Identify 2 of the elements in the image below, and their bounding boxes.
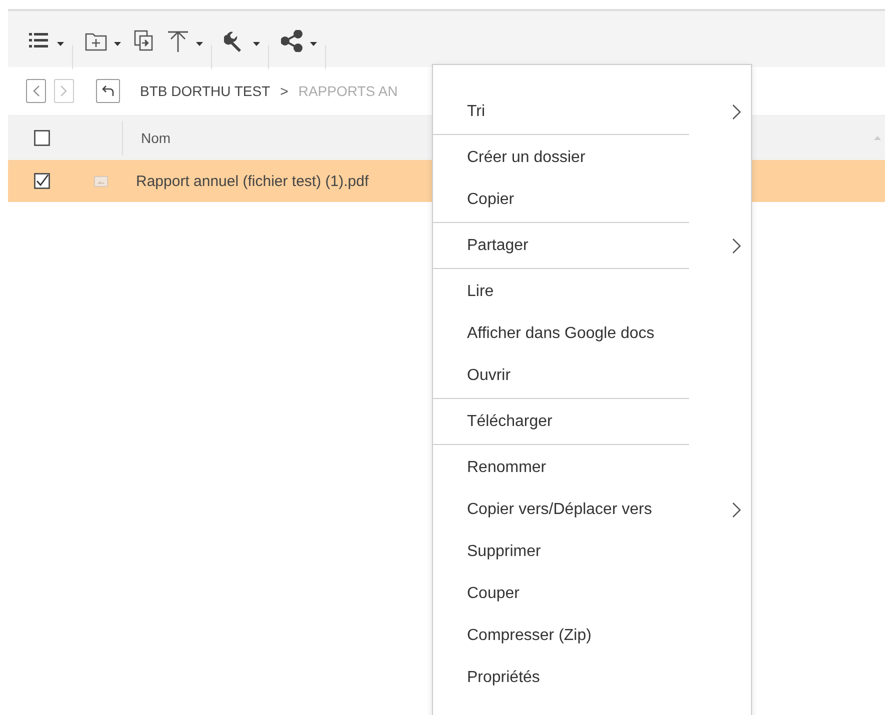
breadcrumb-separator: > — [280, 83, 288, 99]
file-name: Rapport annuel (fichier test) (1).pdf — [136, 172, 369, 190]
